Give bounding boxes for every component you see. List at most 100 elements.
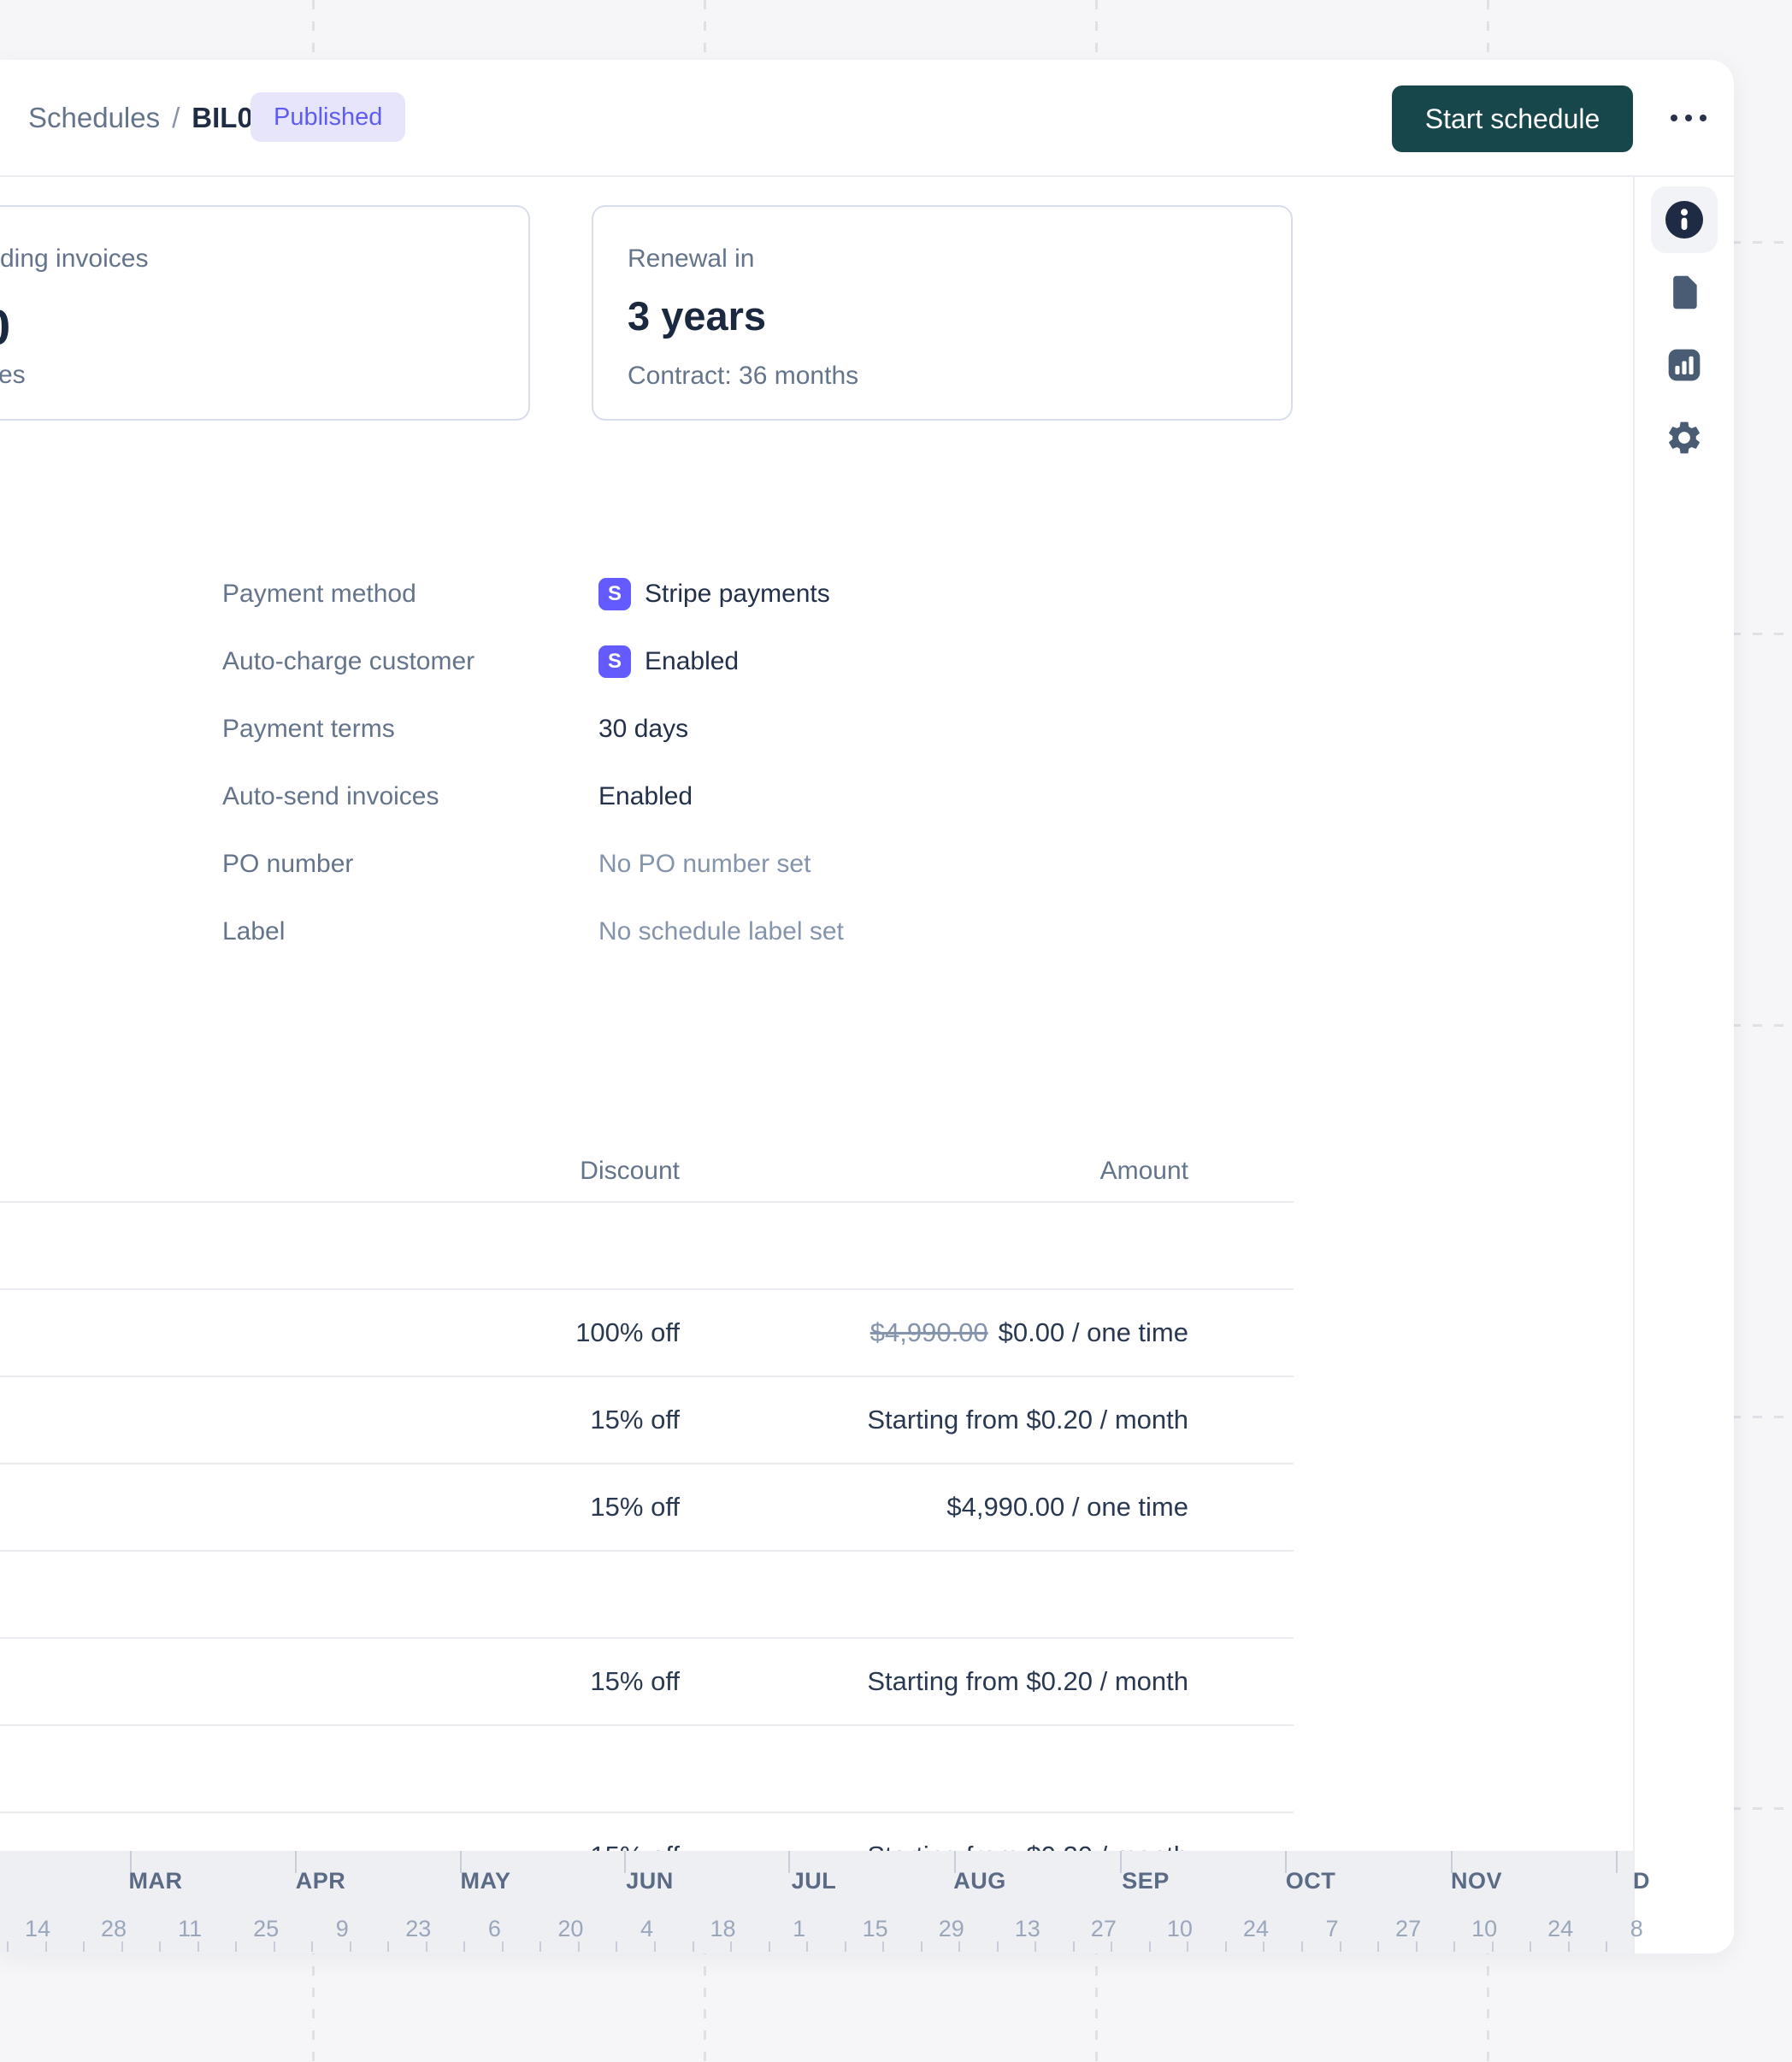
discount-cell: 15% off bbox=[590, 1405, 680, 1435]
table-row[interactable]: 15% off $4,990.00 / one time bbox=[0, 1464, 1294, 1552]
amount-current: $4,990.00 / one time bbox=[946, 1492, 1188, 1522]
timeline-day-label: 15 bbox=[863, 1916, 888, 1942]
table-row[interactable]: 15% off Starting from $0.20 / month bbox=[0, 1639, 1294, 1726]
table-row[interactable]: 15% off Starting from $0.20 / month bbox=[0, 1377, 1294, 1464]
amount-current: Starting from $0.20 / month bbox=[867, 1666, 1188, 1696]
timeline-minor-tick bbox=[7, 1941, 9, 1952]
timeline-minor-tick bbox=[921, 1941, 923, 1952]
start-schedule-button[interactable]: Start schedule bbox=[1392, 85, 1633, 152]
timeline-day-label: 6 bbox=[488, 1916, 501, 1942]
outstanding-invoices-card: ding invoices 0 es bbox=[0, 205, 530, 421]
renewal-card: Renewal in 3 years Contract: 36 months bbox=[592, 205, 1293, 421]
timeline-day-label: 24 bbox=[1547, 1916, 1573, 1942]
details-row: PO numberNo PO number set bbox=[222, 830, 1163, 898]
details-label: Auto-send invoices bbox=[222, 782, 598, 811]
table-row[interactable]: 100% off $4,990.00 $0.00 / one time bbox=[0, 1290, 1294, 1377]
amount-cell: $4,990.00 / one time bbox=[946, 1492, 1188, 1523]
timeline-minor-tick bbox=[1606, 1941, 1607, 1952]
column-header-amount: Amount bbox=[1100, 1157, 1188, 1186]
column-header-discount: Discount bbox=[580, 1157, 680, 1186]
panel-header: Schedules / BIL0103 Published Start sche… bbox=[0, 60, 1734, 177]
timeline-minor-tick bbox=[616, 1941, 617, 1952]
discount-cell: 15% off bbox=[590, 1666, 680, 1697]
timeline-minor-tick bbox=[274, 1941, 275, 1952]
table-row[interactable] bbox=[0, 1203, 1294, 1290]
timeline-minor-tick bbox=[578, 1941, 580, 1952]
timeline-month-label: JUN bbox=[626, 1868, 674, 1894]
tab-analytics[interactable] bbox=[1651, 332, 1718, 398]
status-badge: Published bbox=[251, 92, 405, 142]
timeline-day-label: 27 bbox=[1091, 1916, 1117, 1942]
timeline-minor-tick bbox=[83, 1941, 85, 1952]
invoices-card-label: ding invoices bbox=[0, 244, 148, 274]
details-value-text: Enabled bbox=[598, 782, 693, 811]
invoices-card-value: 0 bbox=[0, 299, 10, 356]
timeline-day-label: 4 bbox=[640, 1916, 653, 1942]
discount-cell: 100% off bbox=[575, 1317, 680, 1348]
timeline-day-label: 18 bbox=[710, 1916, 736, 1942]
timeline-month-label: APR bbox=[296, 1868, 346, 1894]
details-value: SStripe payments bbox=[598, 578, 830, 610]
timeline-day-label: 10 bbox=[1471, 1916, 1497, 1942]
timeline-minor-tick bbox=[730, 1941, 732, 1952]
timeline-minor-tick bbox=[1453, 1941, 1455, 1952]
timeline-minor-tick bbox=[1416, 1941, 1418, 1952]
timeline-minor-tick bbox=[311, 1941, 313, 1952]
timeline-minor-tick bbox=[502, 1941, 504, 1952]
details-value-text: No schedule label set bbox=[598, 917, 844, 946]
details-value: No PO number set bbox=[598, 850, 811, 879]
amount-cell: Starting from $0.20 / month bbox=[867, 1405, 1188, 1435]
timeline-minor-tick bbox=[45, 1941, 47, 1952]
timeline-day-label: 23 bbox=[405, 1916, 431, 1942]
timeline-minor-tick bbox=[1225, 1941, 1227, 1952]
tab-info[interactable] bbox=[1651, 186, 1718, 253]
timeline-minor-tick bbox=[654, 1941, 656, 1952]
amount-current: $0.00 / one time bbox=[999, 1317, 1188, 1347]
document-icon bbox=[1665, 274, 1703, 311]
table-row[interactable] bbox=[0, 1552, 1294, 1639]
amount-current: Starting from $0.20 / month bbox=[867, 1405, 1188, 1435]
timeline-month-label: SEP bbox=[1122, 1868, 1170, 1894]
timeline-day-label: 9 bbox=[336, 1916, 349, 1942]
timeline-day-label: 28 bbox=[101, 1916, 127, 1942]
ellipsis-icon bbox=[1700, 115, 1707, 121]
timeline-minor-tick bbox=[235, 1941, 237, 1952]
details-value: S Enabled bbox=[598, 645, 739, 678]
tab-settings[interactable] bbox=[1651, 404, 1718, 471]
tab-documents[interactable] bbox=[1651, 259, 1718, 326]
details-value-text: Enabled bbox=[645, 647, 739, 676]
side-icon-rail bbox=[1633, 177, 1734, 1953]
timeline-month-label: OCT bbox=[1286, 1868, 1336, 1894]
timeline-day-label: 24 bbox=[1243, 1916, 1269, 1942]
amount-original-strikethrough: $4,990.00 bbox=[870, 1317, 988, 1347]
timeline-minor-tick bbox=[1149, 1941, 1151, 1952]
timeline-minor-tick bbox=[1263, 1941, 1264, 1952]
timeline-minor-tick bbox=[845, 1941, 846, 1952]
timeline-day-label: 27 bbox=[1395, 1916, 1421, 1942]
timeline-day-label: 14 bbox=[25, 1916, 50, 1942]
details-label: PO number bbox=[222, 850, 598, 879]
schedule-detail-panel: Schedules / BIL0103 Published Start sche… bbox=[0, 60, 1734, 1953]
timeline-minor-tick bbox=[387, 1941, 389, 1952]
overflow-menu-button[interactable] bbox=[1660, 60, 1717, 175]
app-background: { "header": { "breadcrumb_root": "Schedu… bbox=[0, 0, 1792, 2062]
table-row[interactable] bbox=[0, 1726, 1294, 1813]
breadcrumb-schedules-link[interactable]: Schedules bbox=[28, 102, 160, 134]
timeline-minor-tick bbox=[539, 1941, 541, 1952]
stripe-icon: S bbox=[598, 645, 631, 678]
timeline-day-label: 11 bbox=[178, 1916, 202, 1942]
details-row: LabelNo schedule label set bbox=[222, 898, 1163, 965]
timeline-ruler[interactable]: BMARAPRMAYJUNJULAUGSEPOCTNOVD14281125923… bbox=[0, 1851, 1633, 1953]
breadcrumb-separator: / bbox=[172, 102, 180, 134]
timeline-minor-tick bbox=[197, 1941, 199, 1952]
timeline-day-label: 10 bbox=[1167, 1916, 1193, 1942]
details-value: 30 days bbox=[598, 715, 688, 744]
timeline-minor-tick bbox=[1530, 1941, 1531, 1952]
timeline-minor-tick bbox=[1035, 1941, 1036, 1952]
amount-cell: $4,990.00 $0.00 / one time bbox=[870, 1317, 1188, 1348]
timeline-day-label: 29 bbox=[939, 1916, 964, 1942]
details-label: Payment method bbox=[222, 580, 598, 609]
discount-cell: 15% off bbox=[590, 1492, 680, 1523]
timeline-month-label: MAR bbox=[129, 1868, 183, 1894]
timeline-minor-tick bbox=[1111, 1941, 1112, 1952]
